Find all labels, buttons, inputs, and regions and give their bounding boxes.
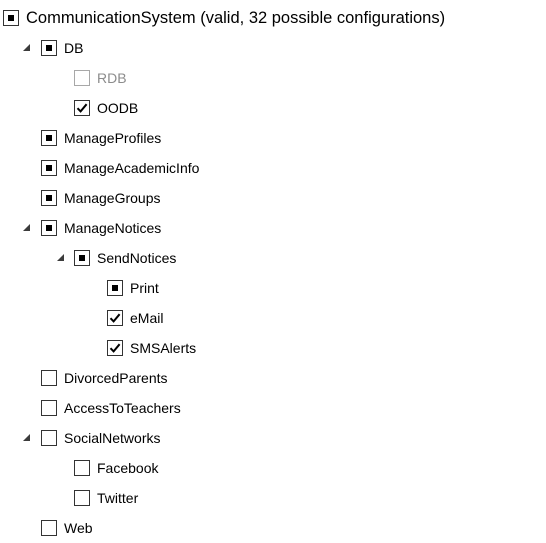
- checkbox-unchecked[interactable]: [74, 460, 90, 476]
- checkbox-unchecked[interactable]: [41, 430, 57, 446]
- partial-square-icon: [46, 165, 52, 171]
- tree-item-twitter[interactable]: Twitter: [0, 483, 546, 513]
- tree-item-label: Twitter: [97, 490, 139, 506]
- partial-square-icon: [46, 135, 52, 141]
- checkbox-partial[interactable]: [41, 160, 57, 176]
- tree-item-label: ManageProfiles: [64, 130, 162, 146]
- expanded-triangle-icon[interactable]: [22, 433, 32, 443]
- tree-item-label: Print: [130, 280, 159, 296]
- partial-square-icon: [112, 285, 118, 291]
- checkbox-partial[interactable]: [107, 280, 123, 296]
- checkbox-unchecked[interactable]: [74, 490, 90, 506]
- tree-item-accesstoteachers[interactable]: AccessToTeachers: [0, 393, 546, 423]
- tree-item-label: SMSAlerts: [130, 340, 197, 356]
- tree-item-label: ManageNotices: [64, 220, 162, 236]
- partial-square-icon: [46, 45, 52, 51]
- tree-item-manageprofiles[interactable]: ManageProfiles: [0, 123, 546, 153]
- checkbox-partial[interactable]: [41, 130, 57, 146]
- checkbox-unchecked[interactable]: [41, 400, 57, 416]
- expanded-triangle-icon[interactable]: [22, 223, 32, 233]
- tree-item-label: eMail: [130, 310, 164, 326]
- tree-item-label: Web: [64, 520, 93, 536]
- feature-tree: CommunicationSystem (valid, 32 possible …: [0, 0, 546, 536]
- tree-item-label: ManageGroups: [64, 190, 161, 206]
- tree-item-web[interactable]: Web: [0, 513, 546, 543]
- tree-root[interactable]: CommunicationSystem (valid, 32 possible …: [0, 3, 546, 33]
- tree-item-label: AccessToTeachers: [64, 400, 181, 416]
- tree-item-facebook[interactable]: Facebook: [0, 453, 546, 483]
- checkbox-checked[interactable]: [107, 310, 123, 326]
- tree-item-managenotices[interactable]: ManageNotices: [0, 213, 546, 243]
- tree-item-label: OODB: [97, 100, 139, 116]
- tree-item-divorcedparents[interactable]: DivorcedParents: [0, 363, 546, 393]
- tree-item-sendnotices[interactable]: SendNotices: [0, 243, 546, 273]
- checkbox-checked[interactable]: [107, 340, 123, 356]
- checkbox-unchecked[interactable]: [41, 520, 57, 536]
- partial-square-icon: [46, 225, 52, 231]
- tree-item-rdb[interactable]: RDB: [0, 63, 546, 93]
- tree-item-label: SendNotices: [97, 250, 177, 266]
- partial-square-icon: [8, 15, 14, 21]
- tree-item-socialnetworks[interactable]: SocialNetworks: [0, 423, 546, 453]
- tree-item-db[interactable]: DB: [0, 33, 546, 63]
- tree-item-oodb[interactable]: OODB: [0, 93, 546, 123]
- checkbox-unchecked[interactable]: [41, 370, 57, 386]
- checkbox-partial[interactable]: [41, 190, 57, 206]
- tree-item-email[interactable]: eMail: [0, 303, 546, 333]
- tree-item-label: Facebook: [97, 460, 159, 476]
- checkbox-unchecked: [74, 70, 90, 86]
- tree-item-manageacademicinfo[interactable]: ManageAcademicInfo: [0, 153, 546, 183]
- checkbox-partial[interactable]: [74, 250, 90, 266]
- tree-item-label: DivorcedParents: [64, 370, 168, 386]
- expanded-triangle-icon[interactable]: [22, 43, 32, 53]
- checkbox-partial[interactable]: [41, 220, 57, 236]
- checkbox-partial[interactable]: [3, 10, 19, 26]
- checkbox-partial[interactable]: [41, 40, 57, 56]
- tree-item-managegroups[interactable]: ManageGroups: [0, 183, 546, 213]
- tree-item-print[interactable]: Print: [0, 273, 546, 303]
- tree-item-label: CommunicationSystem (valid, 32 possible …: [26, 9, 446, 27]
- tree-item-label: DB: [64, 40, 84, 56]
- tree-item-label: SocialNetworks: [64, 430, 161, 446]
- expanded-triangle-icon[interactable]: [56, 253, 66, 263]
- tree-item-label: ManageAcademicInfo: [64, 160, 200, 176]
- tree-item-label: RDB: [97, 70, 127, 86]
- tree-item-smsalerts[interactable]: SMSAlerts: [0, 333, 546, 363]
- partial-square-icon: [46, 195, 52, 201]
- checkbox-checked[interactable]: [74, 100, 90, 116]
- partial-square-icon: [79, 255, 85, 261]
